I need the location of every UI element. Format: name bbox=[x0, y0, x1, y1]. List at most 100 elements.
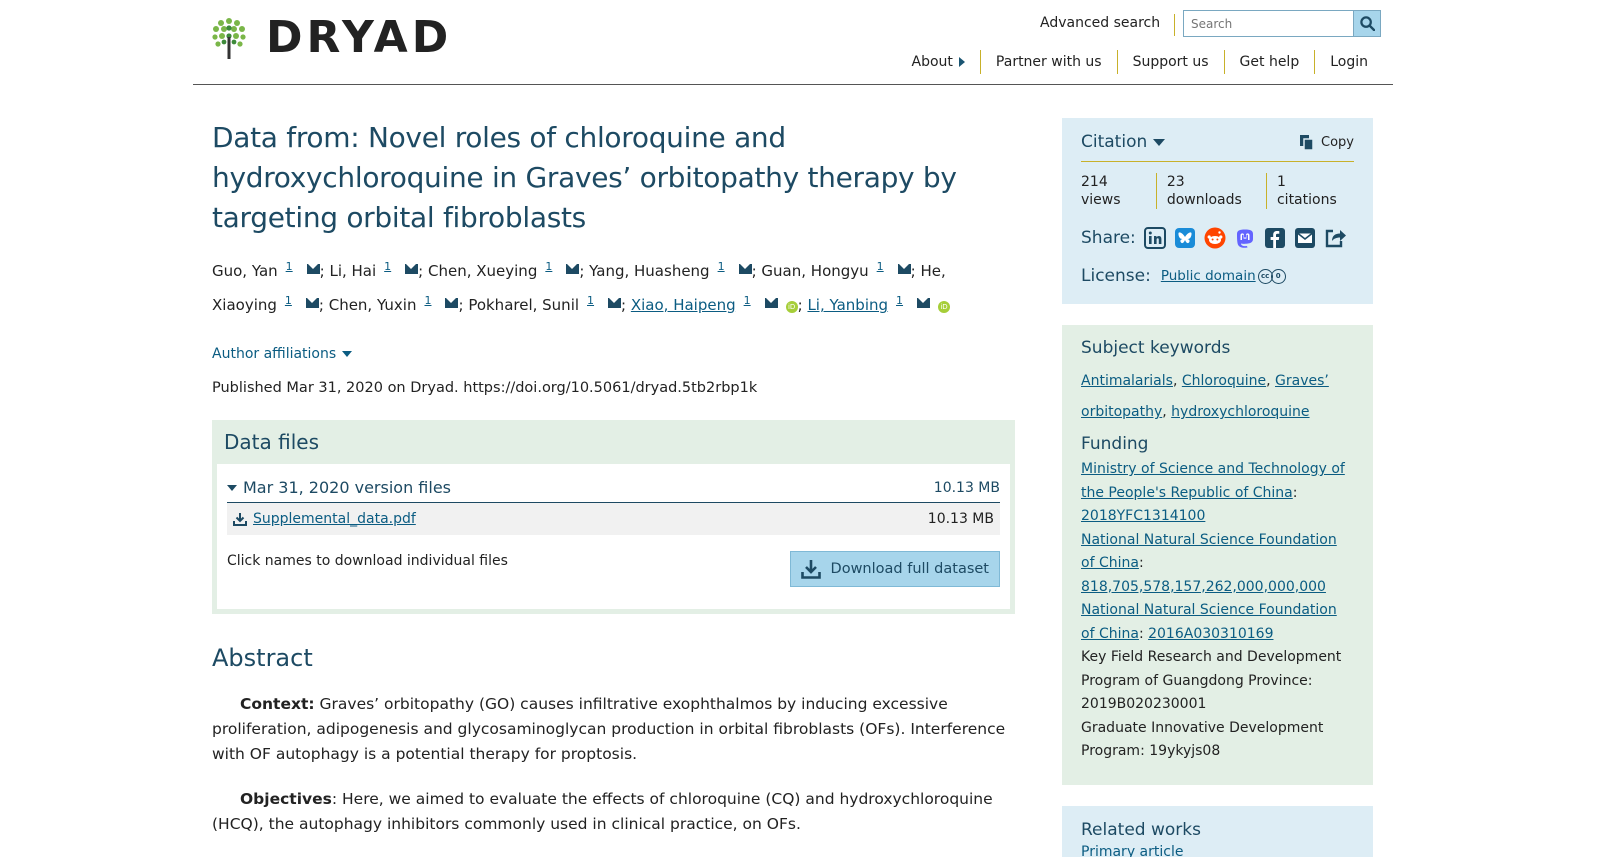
author-name: Guan, Hongyu bbox=[761, 262, 869, 280]
caret-right-icon bbox=[958, 57, 965, 67]
citation-toggle[interactable]: Citation bbox=[1081, 132, 1166, 152]
advanced-search-link[interactable]: Advanced search bbox=[1040, 14, 1176, 36]
facebook-icon[interactable] bbox=[1264, 226, 1286, 250]
funder-name[interactable]: Ministry of Science and Technology of th… bbox=[1081, 461, 1345, 501]
affiliation-link[interactable]: 1 bbox=[718, 260, 725, 273]
nav-support[interactable]: Support us bbox=[1116, 50, 1224, 74]
share-icon[interactable] bbox=[1324, 226, 1348, 250]
abstract-label: Context: bbox=[240, 695, 315, 713]
email-icon[interactable] bbox=[608, 298, 622, 308]
award-number[interactable]: 2018YFC1314100 bbox=[1081, 508, 1205, 524]
affiliation-link[interactable]: 1 bbox=[286, 260, 293, 273]
funding-item: Key Field Research and Development Progr… bbox=[1081, 646, 1354, 717]
author-list: Guo, Yan 1; Li, Hai 1; Chen, Xueying 1; Yan… bbox=[212, 252, 1015, 320]
award-number[interactable]: 818,705,578,157,262,000,000,000 bbox=[1081, 579, 1326, 595]
dryad-logo[interactable]: DRYAD bbox=[212, 16, 452, 60]
nav-about-label: About bbox=[911, 54, 953, 70]
license-row: License: Public domain cc 0 bbox=[1081, 266, 1354, 286]
award-number: 2019B020230001 bbox=[1081, 696, 1207, 712]
file-row: Supplemental_data.pdf 10.13 MB bbox=[227, 503, 1000, 535]
affiliation-link[interactable]: 1 bbox=[877, 260, 884, 273]
search-input[interactable] bbox=[1183, 10, 1355, 37]
keyword-link[interactable]: Chloroquine bbox=[1182, 373, 1266, 389]
downloads-count: 23 downloads bbox=[1155, 173, 1266, 209]
funder-name[interactable]: National Natural Science Foundation of C… bbox=[1081, 532, 1337, 572]
email-icon[interactable] bbox=[445, 298, 459, 308]
copy-label: Copy bbox=[1321, 134, 1354, 150]
author-separator: ; bbox=[418, 262, 428, 280]
author-separator: ; bbox=[579, 262, 590, 280]
email-icon[interactable] bbox=[1294, 226, 1316, 250]
files-panel: Mar 31, 2020 version files 10.13 MB Supp… bbox=[217, 464, 1010, 609]
award-number[interactable]: 2016A030310169 bbox=[1148, 626, 1273, 642]
affiliation-link[interactable]: 1 bbox=[424, 294, 431, 307]
nav-partner[interactable]: Partner with us bbox=[979, 50, 1117, 74]
email-icon[interactable] bbox=[306, 264, 320, 274]
author-separator: ; bbox=[910, 262, 921, 280]
author-name[interactable]: Xiao, Haipeng bbox=[631, 296, 736, 314]
affiliation-link[interactable]: 1 bbox=[744, 294, 751, 307]
linkedin-icon[interactable] bbox=[1143, 226, 1166, 250]
funding-item: Graduate Innovative Development Program:… bbox=[1081, 717, 1354, 764]
abstract-heading: Abstract bbox=[212, 644, 313, 672]
site-header: DRYAD Advanced search About Partner with… bbox=[193, 0, 1393, 85]
orcid-icon[interactable]: iD bbox=[938, 301, 951, 313]
funding-item: National Natural Science Foundation of C… bbox=[1081, 599, 1354, 646]
funding-item: National Natural Science Foundation of C… bbox=[1081, 529, 1354, 600]
affiliation-link[interactable]: 1 bbox=[384, 260, 391, 273]
cc-zero-icon: cc 0 bbox=[1257, 268, 1286, 284]
affiliation-link[interactable]: 1 bbox=[896, 294, 903, 307]
bluesky-icon[interactable] bbox=[1174, 226, 1196, 250]
citations-count: 1 citations bbox=[1265, 173, 1354, 209]
mastodon-icon[interactable] bbox=[1234, 226, 1256, 250]
affiliation-link[interactable]: 1 bbox=[545, 260, 552, 273]
publication-info: Published Mar 31, 2020 on Dryad. https:/… bbox=[212, 380, 758, 396]
license-link[interactable]: Public domain bbox=[1161, 268, 1256, 284]
download-dataset-button[interactable]: Download full dataset bbox=[789, 551, 1000, 587]
search-button[interactable] bbox=[1353, 10, 1381, 37]
funding-separator: : bbox=[1292, 484, 1298, 501]
author-name: Chen, Xueying bbox=[428, 262, 538, 280]
nav-about[interactable]: About bbox=[897, 50, 980, 74]
funding-separator: : bbox=[1307, 672, 1313, 689]
download-hint: Click names to download individual files bbox=[227, 553, 508, 569]
affiliation-link[interactable]: 1 bbox=[285, 294, 292, 307]
file-link[interactable]: Supplemental_data.pdf bbox=[253, 511, 416, 527]
nav-help[interactable]: Get help bbox=[1223, 50, 1315, 74]
main-content: Data from: Novel roles of chloroquine an… bbox=[212, 118, 1015, 837]
orcid-icon[interactable]: iD bbox=[785, 301, 798, 313]
copy-citation-button[interactable]: Copy bbox=[1299, 134, 1354, 151]
data-files-section: Data files Mar 31, 2020 version files 10… bbox=[212, 420, 1015, 614]
page-title: Data from: Novel roles of chloroquine an… bbox=[212, 121, 957, 234]
email-icon[interactable] bbox=[738, 264, 752, 274]
nav-login[interactable]: Login bbox=[1314, 50, 1383, 74]
author-separator: ; bbox=[318, 296, 329, 314]
reddit-icon[interactable] bbox=[1204, 226, 1226, 250]
affiliation-link[interactable]: 1 bbox=[587, 294, 594, 307]
email-icon[interactable] bbox=[405, 264, 419, 274]
version-label: Mar 31, 2020 version files bbox=[243, 478, 451, 497]
email-icon[interactable] bbox=[566, 264, 580, 274]
keyword-link[interactable]: hydroxychloroquine bbox=[1171, 404, 1309, 420]
email-icon[interactable] bbox=[897, 264, 911, 274]
primary-article-link[interactable]: Primary article bbox=[1081, 844, 1183, 857]
author-name: Guo, Yan bbox=[212, 262, 278, 280]
email-icon[interactable] bbox=[764, 298, 778, 308]
version-toggle[interactable]: Mar 31, 2020 version files bbox=[227, 478, 451, 497]
version-row[interactable]: Mar 31, 2020 version files 10.13 MB bbox=[227, 478, 1000, 503]
author-affiliations-toggle[interactable]: Author affiliations bbox=[212, 346, 353, 362]
version-size: 10.13 MB bbox=[933, 479, 1000, 496]
main-nav: About Partner with us Support us Get hel… bbox=[897, 50, 1383, 74]
related-works-heading: Related works bbox=[1081, 820, 1201, 840]
funding-separator: : bbox=[1138, 625, 1149, 642]
funding-separator: : bbox=[1138, 555, 1144, 571]
author-name: Yang, Huasheng bbox=[589, 262, 710, 280]
author-name[interactable]: Li, Yanbing bbox=[807, 296, 888, 314]
download-icon bbox=[233, 513, 247, 526]
sidebar: Citation Copy 214 views 23 downloads 1 c… bbox=[1062, 118, 1373, 857]
email-icon[interactable] bbox=[305, 298, 319, 308]
related-works-box: Related works Primary article bbox=[1062, 806, 1373, 857]
keyword-link[interactable]: Antimalarials bbox=[1081, 373, 1173, 389]
email-icon[interactable] bbox=[917, 298, 931, 308]
keywords-funding-box: Subject keywords Antimalarials, Chloroqu… bbox=[1062, 325, 1373, 785]
